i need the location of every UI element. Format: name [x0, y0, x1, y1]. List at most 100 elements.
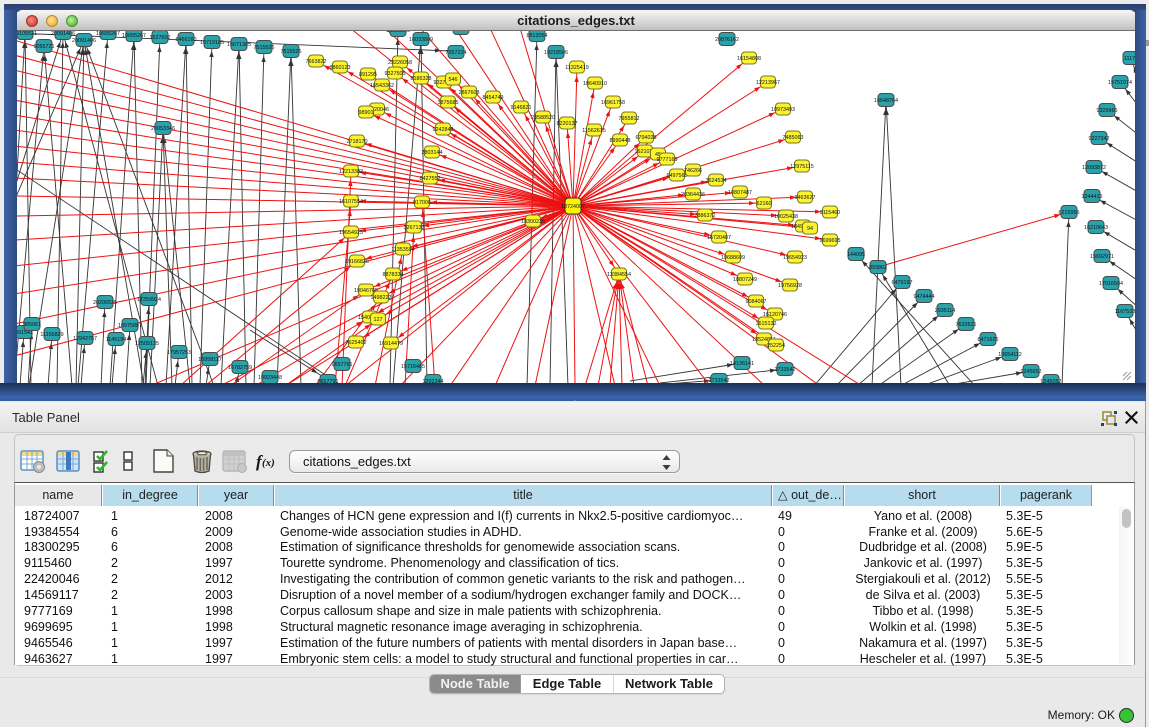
svg-text:12942757: 12942757	[73, 336, 97, 342]
svg-text:19654925: 19654925	[339, 230, 363, 236]
svg-text:9084067: 9084067	[746, 299, 767, 305]
svg-text:16210643: 16210643	[1084, 225, 1108, 231]
svg-text:10719185: 10719185	[200, 40, 224, 46]
svg-text:9474444: 9474444	[914, 294, 935, 300]
svg-text:8813054: 8813054	[527, 33, 548, 39]
svg-text:8471626: 8471626	[978, 337, 999, 343]
svg-text:12213967: 12213967	[756, 80, 780, 86]
svg-text:917006: 917006	[413, 200, 431, 206]
svg-text:9657791: 9657791	[318, 379, 339, 383]
svg-text:6794028: 6794028	[636, 135, 657, 141]
svg-text:16671385: 16671385	[227, 42, 251, 48]
svg-text:15716485: 15716485	[401, 364, 425, 370]
svg-text:9245652: 9245652	[1021, 369, 1042, 375]
svg-text:9115460: 9115460	[820, 210, 841, 216]
svg-text:10958117: 10958117	[198, 357, 222, 363]
svg-text:20053346: 20053346	[151, 126, 175, 132]
svg-text:16543362: 16543362	[370, 83, 394, 89]
svg-text:12213382: 12213382	[339, 169, 363, 175]
svg-text:20364436: 20364436	[681, 192, 705, 198]
svg-text:9245052: 9245052	[1041, 379, 1062, 383]
svg-text:1167533: 1167533	[1115, 309, 1135, 315]
svg-text:8427552: 8427552	[420, 176, 441, 182]
svg-text:20091406: 20091406	[72, 38, 96, 44]
svg-text:18640910: 18640910	[583, 81, 607, 87]
svg-text:16107554: 16107554	[339, 199, 363, 205]
svg-text:7632621: 7632621	[956, 322, 977, 328]
svg-text:9327505: 9327505	[385, 71, 406, 77]
svg-text:6466160: 6466160	[176, 37, 197, 43]
svg-text:7663822: 7663822	[306, 59, 327, 65]
svg-text:11353594: 11353594	[391, 247, 415, 253]
svg-text:746266: 746266	[684, 168, 702, 174]
svg-text:9777169: 9777169	[657, 157, 678, 163]
svg-text:20091406: 20091406	[51, 31, 75, 37]
svg-text:20105521: 20105521	[17, 31, 37, 37]
svg-text:94: 94	[807, 226, 813, 232]
svg-text:10688609: 10688609	[721, 255, 745, 261]
svg-text:985061: 985061	[23, 322, 41, 328]
svg-text:11156829: 11156829	[40, 332, 63, 338]
svg-text:23588520: 23588520	[531, 115, 555, 121]
svg-text:10807487: 10807487	[728, 190, 752, 196]
svg-text:18724007: 18724007	[561, 204, 585, 210]
svg-text:893862: 893862	[869, 265, 887, 271]
svg-text:12093872: 12093872	[1082, 165, 1106, 171]
svg-text:6479197: 6479197	[892, 280, 913, 286]
svg-text:8990448: 8990448	[610, 138, 631, 144]
svg-text:10655267: 10655267	[96, 31, 120, 37]
svg-text:10923448: 10923448	[258, 375, 282, 381]
svg-text:98901: 98901	[359, 110, 374, 116]
svg-text:9146821: 9146821	[511, 105, 532, 111]
svg-text:23226058: 23226058	[388, 60, 412, 66]
svg-text:10655267: 10655267	[122, 33, 146, 39]
svg-text:16782759: 16782759	[228, 365, 252, 371]
svg-text:8813054: 8813054	[451, 31, 472, 32]
svg-text:252254: 252254	[767, 343, 785, 349]
svg-text:1292344: 1292344	[423, 379, 444, 383]
svg-text:10654112: 10654112	[998, 352, 1022, 358]
svg-text:1733542: 1733542	[709, 378, 730, 383]
svg-text:7515526: 7515526	[254, 45, 275, 51]
svg-text:7357224: 7357224	[446, 50, 467, 56]
svg-text:12975115: 12975115	[790, 164, 814, 170]
svg-text:9657791: 9657791	[332, 362, 353, 368]
svg-text:7515526: 7515526	[281, 49, 302, 55]
svg-text:1498222: 1498222	[371, 295, 392, 301]
svg-text:3267130: 3267130	[404, 225, 425, 231]
svg-text:11173: 11173	[1124, 56, 1135, 62]
svg-text:15751074: 15751074	[1108, 80, 1132, 86]
svg-text:2803144: 2803144	[422, 150, 443, 156]
svg-text:8860123: 8860123	[330, 65, 351, 71]
svg-text:11562615: 11562615	[582, 128, 606, 134]
svg-text:20876162: 20876162	[715, 37, 739, 43]
svg-text:891295: 891295	[359, 72, 377, 78]
svg-text:7886372: 7886372	[695, 213, 716, 219]
svg-text:9699695: 9699695	[820, 238, 841, 244]
svg-text:144095: 144095	[847, 252, 865, 258]
svg-text:16033809: 16033809	[386, 31, 410, 34]
svg-text:16961758: 16961758	[601, 100, 625, 106]
svg-text:127: 127	[374, 317, 383, 323]
svg-text:7485063: 7485063	[783, 135, 804, 141]
svg-text:14136141: 14136141	[730, 361, 754, 367]
svg-text:16033809: 16033809	[409, 37, 433, 43]
svg-text:8220137: 8220137	[557, 121, 578, 127]
svg-text:3875685: 3875685	[438, 100, 459, 106]
svg-text:2867608: 2867608	[459, 90, 480, 96]
svg-text:19756928: 19756928	[778, 283, 802, 289]
svg-text:1527602: 1527602	[150, 35, 171, 41]
svg-text:17016504: 17016504	[1099, 281, 1123, 287]
svg-text:15692971: 15692971	[1090, 254, 1114, 260]
svg-text:1733542: 1733542	[775, 367, 796, 373]
svg-text:12505135: 12505135	[135, 341, 159, 347]
svg-text:1615132: 1615132	[756, 321, 777, 327]
svg-text:19166825: 19166825	[345, 259, 369, 265]
svg-text:9055721: 9055721	[34, 44, 55, 50]
svg-text:13384554: 13384554	[607, 272, 631, 278]
svg-text:7625402: 7625402	[346, 340, 367, 346]
svg-text:18807249: 18807249	[733, 277, 757, 283]
svg-text:9463627: 9463627	[795, 195, 816, 201]
svg-text:546: 546	[449, 77, 458, 83]
svg-text:8454749: 8454749	[483, 95, 504, 101]
